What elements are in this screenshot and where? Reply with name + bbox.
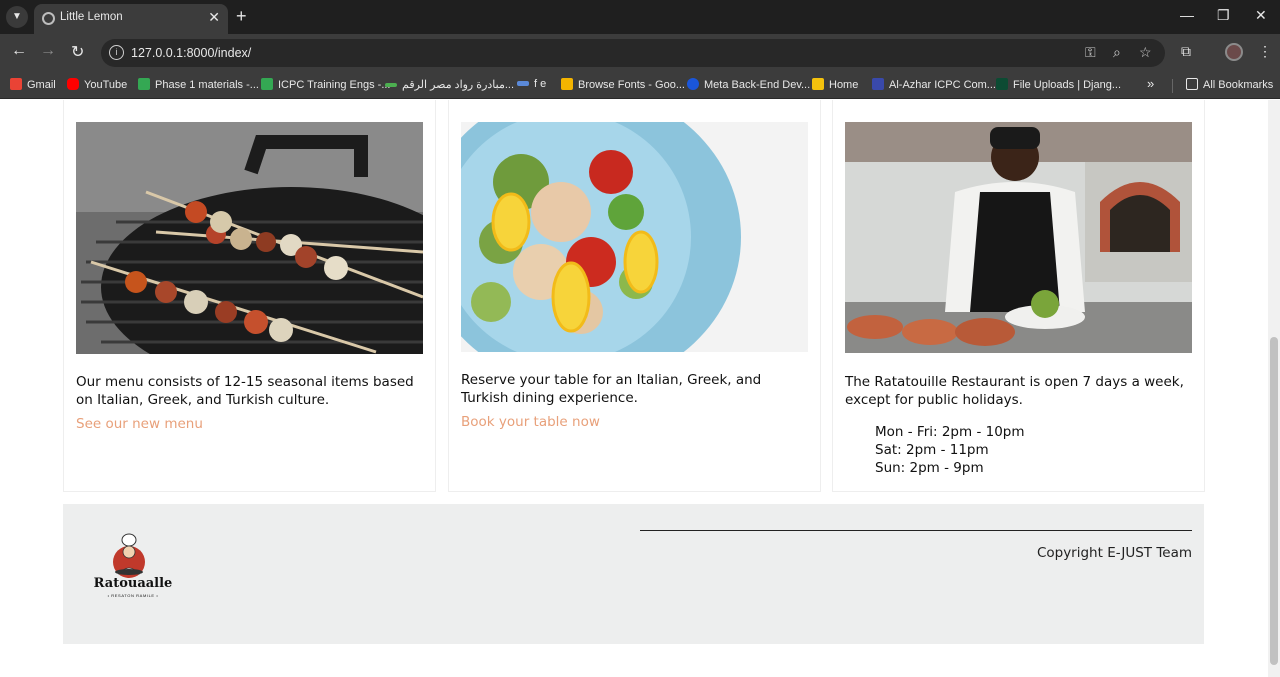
bookmark-star-icon[interactable]: ☆ bbox=[1139, 44, 1152, 61]
forward-icon[interactable]: → bbox=[40, 42, 56, 60]
close-window-icon[interactable]: ✕ bbox=[1255, 7, 1267, 24]
folder-icon bbox=[1186, 78, 1198, 90]
minimize-icon[interactable]: — bbox=[1180, 7, 1194, 23]
chef-kitchen-image bbox=[845, 122, 1192, 353]
copyright-text: Copyright E-JUST Team bbox=[1036, 545, 1192, 561]
django-icon bbox=[996, 78, 1008, 90]
chef-logo-icon bbox=[113, 533, 145, 578]
tab-bar: ▼ Little Lemon ✕ + — ❐ ✕ bbox=[0, 0, 1280, 34]
scrollbar-thumb[interactable] bbox=[1270, 337, 1278, 665]
grilled-skewers-image bbox=[76, 122, 423, 354]
bookmark-gmail[interactable]: Gmail bbox=[10, 78, 56, 91]
bookmark-django-uploads[interactable]: File Uploads | Djang... bbox=[996, 78, 1121, 91]
logo-tagline: • RESATON RAMILE • bbox=[107, 593, 159, 598]
see-menu-link[interactable]: See our new menu bbox=[76, 416, 203, 432]
opening-hours: Mon - Fri: 2pm - 10pm Sat: 2pm - 11pm Su… bbox=[875, 423, 1025, 477]
sheets-icon bbox=[261, 78, 273, 90]
classroom-icon bbox=[812, 78, 824, 90]
fonts-icon bbox=[561, 78, 573, 90]
bookmark-meta-backend[interactable]: Meta Back-End Dev... bbox=[687, 78, 810, 91]
globe-icon bbox=[42, 12, 55, 25]
salad-plate-image bbox=[461, 122, 808, 352]
bookmark-alazhar-icpc[interactable]: Al-Azhar ICPC Com... bbox=[872, 78, 996, 91]
reload-icon[interactable]: ↻ bbox=[71, 42, 84, 62]
card-reservation-text: Reserve your table for an Italian, Greek… bbox=[461, 372, 762, 406]
card-hours-text: The Ratatouille Restaurant is open 7 day… bbox=[845, 374, 1184, 408]
profile-avatar[interactable] bbox=[1225, 43, 1243, 61]
password-key-icon[interactable]: ⚿ bbox=[1085, 44, 1096, 61]
restaurant-logo[interactable]: Ratouaalle • RESATON RAMILE • bbox=[93, 532, 173, 604]
bookmarks-overflow-icon[interactable]: » bbox=[1147, 76, 1154, 91]
page-viewport: Our menu consists of 12-15 seasonal item… bbox=[0, 100, 1280, 677]
sheets-icon bbox=[138, 78, 150, 90]
url-text[interactable]: 127.0.0.1:8000/index/ bbox=[131, 46, 251, 60]
extensions-icon[interactable]: ⧉ bbox=[1181, 43, 1191, 60]
bookmark-google-fonts[interactable]: Browse Fonts - Goo... bbox=[561, 78, 685, 91]
logo-wordmark: Ratouaalle bbox=[93, 576, 173, 591]
card-hours: The Ratatouille Restaurant is open 7 day… bbox=[832, 100, 1205, 492]
browser-toolbar: ← → ↻ i 127.0.0.1:8000/index/ ⚿ ⌕ ☆ ⧉ ⋮ bbox=[0, 34, 1280, 72]
card-menu-text: Our menu consists of 12-15 seasonal item… bbox=[76, 374, 414, 408]
site-footer: Ratouaalle • RESATON RAMILE • Copyright … bbox=[63, 504, 1204, 644]
back-icon[interactable]: ← bbox=[11, 42, 27, 60]
all-bookmarks[interactable]: All Bookmarks bbox=[1186, 78, 1273, 91]
tab-title: Little Lemon bbox=[60, 11, 123, 23]
book-table-link[interactable]: Book your table now bbox=[461, 414, 600, 430]
youtube-icon bbox=[67, 78, 79, 90]
bookmark-icpc-training[interactable]: ICPC Training Engs -... bbox=[261, 78, 391, 91]
rowad-icon bbox=[385, 83, 397, 87]
bookmark-home[interactable]: Home bbox=[812, 78, 858, 91]
hours-saturday: Sat: 2pm - 11pm bbox=[875, 442, 989, 458]
browser-tab[interactable]: Little Lemon ✕ bbox=[34, 4, 228, 34]
menu-kebab-icon[interactable]: ⋮ bbox=[1258, 43, 1272, 60]
bookmark-rowad[interactable]: مبادرة رواد مصر الرقم... bbox=[385, 78, 514, 91]
card-menu: Our menu consists of 12-15 seasonal item… bbox=[63, 100, 436, 492]
coursera-icon bbox=[687, 78, 699, 90]
bookmark-youtube[interactable]: YouTube bbox=[67, 78, 127, 91]
page-scrollbar[interactable] bbox=[1268, 100, 1280, 677]
hours-weekdays: Mon - Fri: 2pm - 10pm bbox=[875, 424, 1025, 440]
address-bar[interactable]: i 127.0.0.1:8000/index/ ⚿ ⌕ ☆ bbox=[101, 39, 1165, 67]
bookmarks-bar: Gmail YouTube Phase 1 materials -... ICP… bbox=[0, 72, 1280, 99]
fe-icon bbox=[517, 81, 529, 86]
new-tab-icon[interactable]: + bbox=[236, 6, 247, 27]
forms-icon bbox=[872, 78, 884, 90]
close-tab-icon[interactable]: ✕ bbox=[208, 9, 220, 26]
bookmark-fe[interactable]: f e bbox=[517, 78, 546, 90]
hours-sunday: Sun: 2pm - 9pm bbox=[875, 460, 984, 476]
restore-icon[interactable]: ❐ bbox=[1217, 7, 1230, 24]
zoom-icon[interactable]: ⌕ bbox=[1113, 44, 1121, 61]
bookmark-phase1[interactable]: Phase 1 materials -... bbox=[138, 78, 259, 91]
bookmarks-divider bbox=[1172, 79, 1173, 93]
card-reservation: Reserve your table for an Italian, Greek… bbox=[448, 100, 821, 492]
tab-search-chevron-icon[interactable]: ▼ bbox=[6, 6, 28, 28]
gmail-icon bbox=[10, 78, 22, 90]
footer-divider bbox=[640, 530, 1192, 531]
site-info-icon[interactable]: i bbox=[109, 45, 124, 60]
